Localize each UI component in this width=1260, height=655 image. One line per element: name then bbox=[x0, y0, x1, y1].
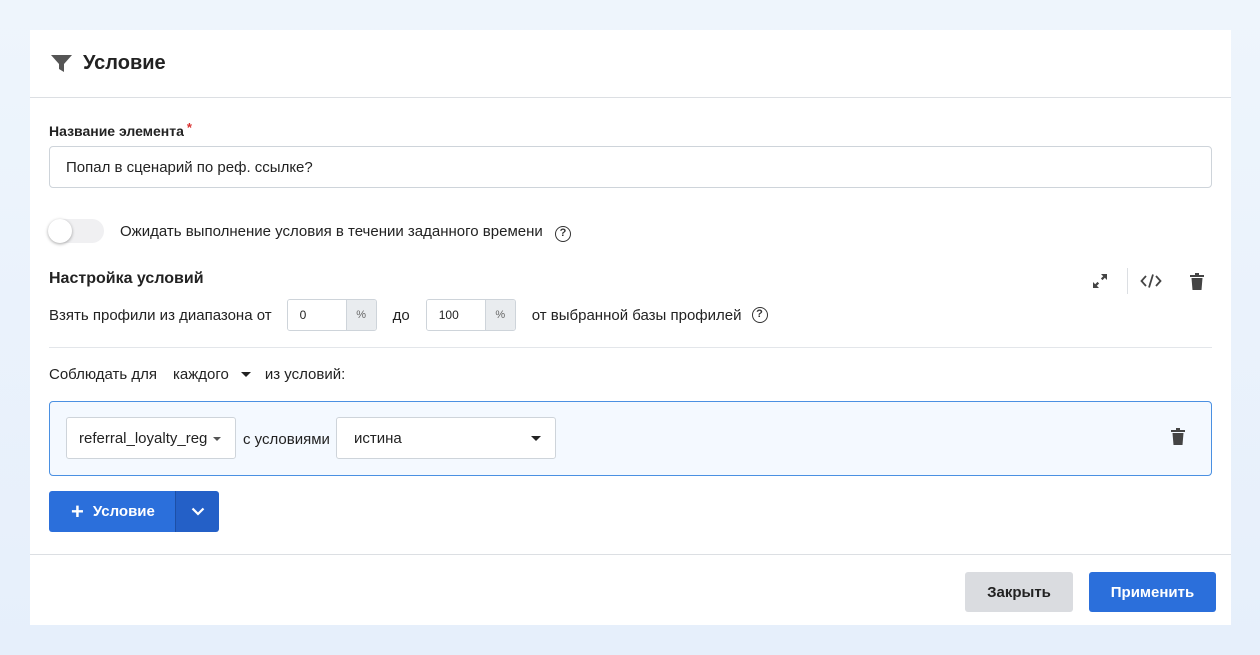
condition-modal: Условие Название элемента* Ожидать выпол… bbox=[30, 30, 1231, 625]
wait-toggle[interactable] bbox=[48, 219, 104, 243]
element-name-input[interactable] bbox=[49, 146, 1212, 188]
range-from-input[interactable] bbox=[287, 300, 346, 330]
conditions-toolbar bbox=[1085, 268, 1212, 294]
range-suffix: от выбранной базы профилей bbox=[531, 306, 742, 324]
toggle-knob bbox=[48, 219, 72, 243]
chevron-down-icon bbox=[240, 371, 251, 377]
trash-icon[interactable] bbox=[1171, 428, 1185, 450]
conditions-settings-title: Настройка условий bbox=[49, 270, 204, 287]
plus-icon: + bbox=[71, 498, 84, 524]
add-condition-label: Условие bbox=[92, 503, 155, 520]
range-to-input[interactable] bbox=[426, 300, 485, 330]
add-condition-group: + Условие bbox=[49, 491, 219, 532]
filter-icon bbox=[51, 54, 72, 72]
range-row: Взять профили из диапазона от % до % от … bbox=[49, 299, 768, 331]
required-mark: * bbox=[186, 120, 192, 135]
match-mode-value: каждого bbox=[173, 365, 229, 383]
element-name-label-text: Название элемента bbox=[49, 123, 184, 139]
modal-header: Условие bbox=[30, 30, 1231, 98]
chevron-down-icon bbox=[191, 507, 204, 516]
chevron-down-icon bbox=[531, 436, 541, 441]
condition-connector-text: с условиями bbox=[243, 431, 330, 448]
range-to-group: % bbox=[425, 299, 516, 331]
range-from-group: % bbox=[286, 299, 377, 331]
modal-footer: Закрыть Применить bbox=[30, 554, 1231, 625]
condition-operator-select[interactable]: истина bbox=[336, 417, 556, 459]
range-prefix: Взять профили из диапазона от bbox=[49, 306, 272, 324]
condition-card: referral_loyalty_reg с условиями истина bbox=[49, 401, 1212, 476]
code-icon[interactable] bbox=[1136, 270, 1166, 292]
expand-icon[interactable] bbox=[1085, 270, 1115, 292]
condition-field-value: referral_loyalty_reg bbox=[79, 429, 208, 447]
condition-operator-value: истина bbox=[354, 429, 402, 447]
match-prefix: Соблюдать для bbox=[49, 365, 158, 383]
trash-icon[interactable] bbox=[1182, 270, 1212, 292]
element-name-label: Название элемента * bbox=[49, 120, 192, 139]
divider bbox=[49, 347, 1212, 348]
apply-button[interactable]: Применить bbox=[1089, 572, 1216, 612]
add-condition-dropdown-button[interactable] bbox=[176, 491, 219, 532]
match-suffix: из условий: bbox=[264, 365, 346, 383]
help-icon[interactable]: ? bbox=[554, 226, 571, 242]
range-to-unit: % bbox=[484, 300, 515, 330]
wait-toggle-text: Ожидать выполнение условия в течении зад… bbox=[120, 223, 543, 240]
help-icon[interactable]: ? bbox=[751, 307, 768, 323]
close-button[interactable]: Закрыть bbox=[965, 572, 1073, 612]
modal-title: Условие bbox=[83, 52, 166, 74]
match-row: Соблюдать для каждого из условий: bbox=[49, 364, 345, 384]
match-mode-dropdown[interactable]: каждого bbox=[173, 366, 251, 383]
condition-field-select[interactable]: referral_loyalty_reg bbox=[66, 417, 236, 459]
range-from-unit: % bbox=[345, 300, 376, 330]
toolbar-separator bbox=[1127, 268, 1128, 294]
wait-toggle-label: Ожидать выполнение условия в течении зад… bbox=[120, 223, 571, 242]
range-middle: до bbox=[392, 306, 410, 324]
chevron-down-icon bbox=[213, 437, 221, 441]
add-condition-button[interactable]: + Условие bbox=[49, 491, 175, 532]
